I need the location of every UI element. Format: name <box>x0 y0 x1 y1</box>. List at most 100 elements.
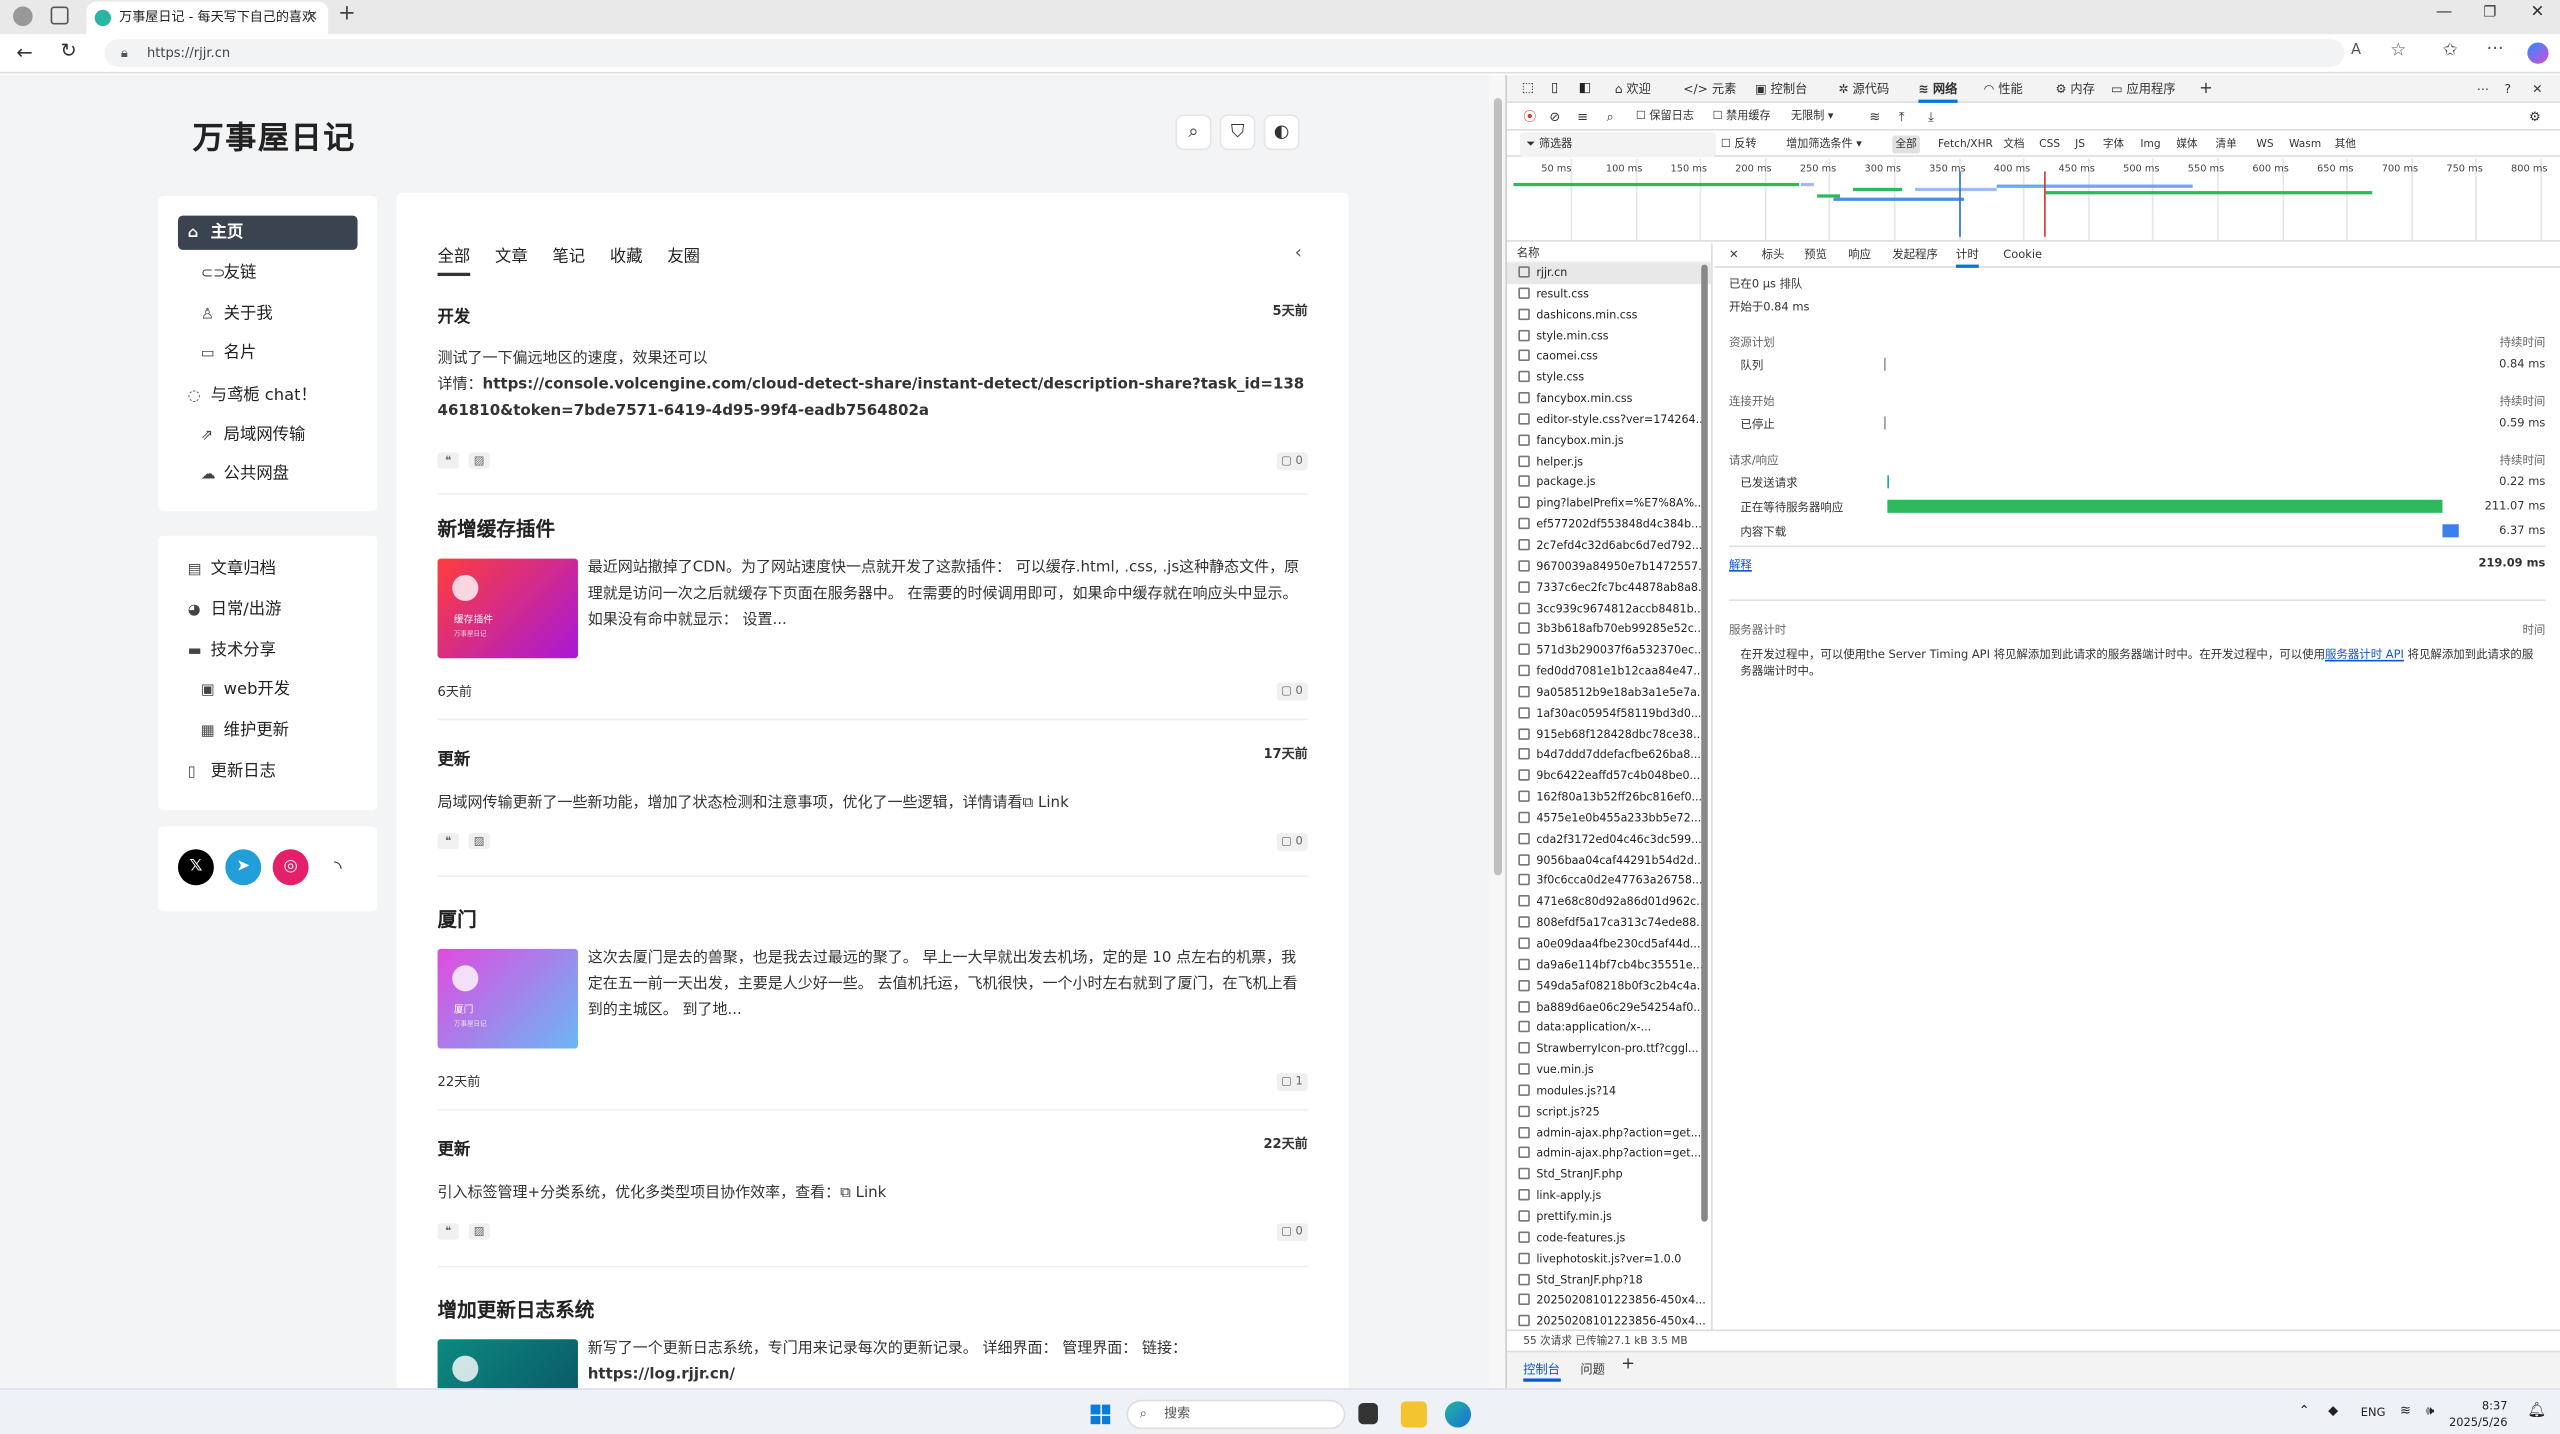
wifi-icon[interactable]: ≋ <box>2400 1403 2411 1418</box>
request-row[interactable]: package.js <box>1507 473 1711 494</box>
request-row[interactable]: fancybox.min.css <box>1507 389 1711 410</box>
request-row[interactable]: caomei.css <box>1507 347 1711 368</box>
dock-icon[interactable]: ◧ <box>1579 80 1591 95</box>
post-link[interactable]: Link <box>1038 794 1069 812</box>
invert-checkbox[interactable]: ☐ 反转 <box>1721 132 1757 156</box>
request-row[interactable]: 471e68c80d92a86d01d962c... <box>1507 892 1711 913</box>
devtab-sources[interactable]: ✲ 源代码 <box>1838 75 1889 103</box>
filter-tab-articles[interactable]: 文章 <box>495 248 528 266</box>
nav-tech[interactable]: ▬ 技术分享 <box>188 634 276 668</box>
nav-chat[interactable]: ◌ 与鸢栀 chat！ <box>188 379 317 413</box>
type-filter-img[interactable]: Img <box>2137 136 2164 154</box>
detail-tab-initiator[interactable]: 发起程序 <box>1892 243 1938 267</box>
request-row[interactable]: ping?labelPrefix=%E7%8A%... <box>1507 494 1711 515</box>
nav-lan-transfer[interactable]: ⇗ 局域网传输 <box>201 418 305 452</box>
request-row[interactable]: cda2f3172ed04c46c3dc599... <box>1507 829 1711 850</box>
quote-icon[interactable]: ❝ <box>437 452 459 469</box>
request-row[interactable]: 3cc939c9674812accb8481b... <box>1507 599 1711 620</box>
post-link[interactable]: https://log.rjjr.cn/ <box>588 1365 735 1383</box>
request-row[interactable]: rjjr.cn <box>1506 262 1712 284</box>
request-row[interactable]: style.min.css <box>1507 326 1711 347</box>
quote-icon[interactable]: ❝ <box>437 832 459 850</box>
nav-home[interactable]: ⌂ 主页 <box>177 215 358 250</box>
more-menu-icon[interactable]: ··· <box>2487 38 2504 59</box>
download-icon[interactable]: ⤓ <box>1928 105 1934 129</box>
type-filter-fetch[interactable]: Fetch/XHR <box>1935 136 1997 154</box>
request-row[interactable]: 549da5af08218b0f3c2b4c4a... <box>1507 976 1711 997</box>
image-icon[interactable]: ▨ <box>468 452 490 469</box>
type-filter-font[interactable]: 字体 <box>2100 136 2128 154</box>
post-title[interactable]: 厦门 <box>438 905 1308 933</box>
request-row[interactable]: fancybox.min.js <box>1507 431 1711 452</box>
request-row[interactable]: editor-style.css?ver=174264... <box>1507 410 1711 431</box>
filter-input[interactable]: ⏷ 筛选器 <box>1519 132 1716 157</box>
type-filter-manifest[interactable]: 清单 <box>2212 136 2240 154</box>
filter-toggle-icon[interactable]: ≡ <box>1577 105 1588 129</box>
inspect-icon[interactable]: ⬚ <box>1522 80 1534 95</box>
request-row[interactable]: da9a6e114bf7cb4bc35551e... <box>1507 955 1711 976</box>
close-devtools-icon[interactable]: ✕ <box>2532 75 2542 103</box>
edge-icon[interactable] <box>1444 1401 1472 1428</box>
close-tab-icon[interactable]: ✕ <box>306 2 318 35</box>
post-item[interactable]: 新增缓存插件 缓存插件 万事屋日记 最近网站撤掉了CDN。为了网站速度快一点就开… <box>437 514 1308 721</box>
chevron-up-icon[interactable]: ⌃ <box>2299 1403 2310 1418</box>
throttle-select[interactable]: 无限制 ▾ <box>1791 105 1833 129</box>
record-icon[interactable]: ⦿ <box>1523 105 1536 129</box>
drawer-add-icon[interactable]: + <box>1621 1356 1635 1374</box>
detail-tab-timing[interactable]: 计时 <box>1955 243 1979 268</box>
clear-icon[interactable]: ⊘ <box>1549 105 1560 129</box>
device-icon[interactable]: ▯ <box>1551 80 1558 95</box>
disable-cache-checkbox[interactable]: ☐ 禁用缓存 <box>1713 105 1771 129</box>
post-item[interactable]: 更新 22天前 引入标签管理+分类系统，优化多类型项目协作效率，查看：⧉ Lin… <box>437 1135 1308 1268</box>
nav-card[interactable]: ▭ 名片 <box>201 336 257 370</box>
request-row[interactable]: a0e09daa4fbe230cd5af44d... <box>1507 934 1711 955</box>
filter-tab-favorites[interactable]: 收藏 <box>610 248 643 266</box>
rss-icon[interactable]: ◝ <box>319 849 356 886</box>
request-row[interactable]: 3b3b618afb70eb99285e52c... <box>1507 620 1711 641</box>
request-row[interactable]: 4575e1e0b455a233bb5e72... <box>1507 808 1711 829</box>
comment-count[interactable]: ▢ 0 <box>1276 1223 1308 1242</box>
profile-icon[interactable] <box>13 6 33 27</box>
request-row[interactable]: 20250208101223856-450x4... <box>1507 1291 1711 1312</box>
request-row[interactable]: helper.js <box>1507 452 1711 473</box>
type-filter-wasm[interactable]: Wasm <box>2286 136 2325 154</box>
type-filter-css[interactable]: CSS <box>2036 136 2063 154</box>
request-row[interactable]: script.js?25 <box>1507 1102 1711 1123</box>
clock[interactable]: 8:37 2025/5/26 <box>2449 1398 2508 1431</box>
filter-tab-all[interactable]: 全部 <box>437 248 470 277</box>
request-row[interactable]: b4d7ddd7ddefacfbe626ba8... <box>1507 745 1711 766</box>
volume-icon[interactable]: 🕪︎ <box>2426 1403 2434 1419</box>
post-title[interactable]: 增加更新日志系统 <box>438 1295 1308 1323</box>
request-row[interactable]: result.css <box>1507 284 1711 305</box>
request-row[interactable]: 808efdf5a17ca313c74ede88... <box>1507 913 1711 934</box>
comment-count[interactable]: ▢ 0 <box>1276 452 1308 471</box>
request-row[interactable]: code-features.js <box>1507 1228 1711 1249</box>
page-scrollbar[interactable] <box>1488 75 1506 1389</box>
post-item[interactable]: 增加更新日志系统 新写了一个更新日志系统，专门用来记录每次的更新记录。 详细界面… <box>437 1295 1308 1389</box>
read-aloud-icon[interactable]: A <box>2351 42 2361 58</box>
nav-maintenance[interactable]: ▦ 维护更新 <box>201 714 289 748</box>
x-icon[interactable]: 𝕏 <box>177 849 214 886</box>
image-icon[interactable]: ▨ <box>468 1223 490 1240</box>
search-button[interactable]: ⌕ <box>1175 114 1212 151</box>
nav-public-drive[interactable]: ☁ 公共网盘 <box>201 457 289 491</box>
request-row[interactable]: Std_StranJF.php <box>1507 1165 1711 1186</box>
request-row[interactable]: 9a058512b9e18ab3a1e5e7a... <box>1507 682 1711 703</box>
detail-tab-headers[interactable]: 标头 <box>1762 243 1785 267</box>
request-list-scrollbar[interactable] <box>1701 264 1708 1222</box>
request-row[interactable]: 9670039a84950e7b1472557... <box>1507 557 1711 578</box>
close-window-button[interactable]: ✕ <box>2531 3 2545 21</box>
request-row[interactable]: 3f0c6cca0d2e47763a26758... <box>1507 871 1711 892</box>
search-icon[interactable]: ⌕ <box>1607 105 1614 129</box>
task-view-icon[interactable] <box>1358 1402 1378 1425</box>
server-timing-link[interactable]: 服务器计时 API <box>2325 648 2404 661</box>
filter-tab-friends[interactable]: 友圈 <box>667 248 700 266</box>
request-row[interactable]: StrawberryIcon-pro.ttf?cggl... <box>1507 1039 1711 1060</box>
new-tab-button[interactable]: + <box>338 2 356 26</box>
url-input[interactable]: 🔒︎ https://rjjr.cn <box>104 39 2345 67</box>
post-item[interactable]: 更新 17天前 局域网传输更新了一些新功能，增加了状态检测和注意事项，优化了一些… <box>437 745 1308 878</box>
name-column-header[interactable]: 名称 <box>1506 243 1712 263</box>
close-detail-icon[interactable]: ✕ <box>1729 243 1739 267</box>
request-row[interactable]: dashicons.min.css <box>1507 305 1711 326</box>
devtab-application[interactable]: ▭ 应用程序 <box>2111 75 2175 103</box>
